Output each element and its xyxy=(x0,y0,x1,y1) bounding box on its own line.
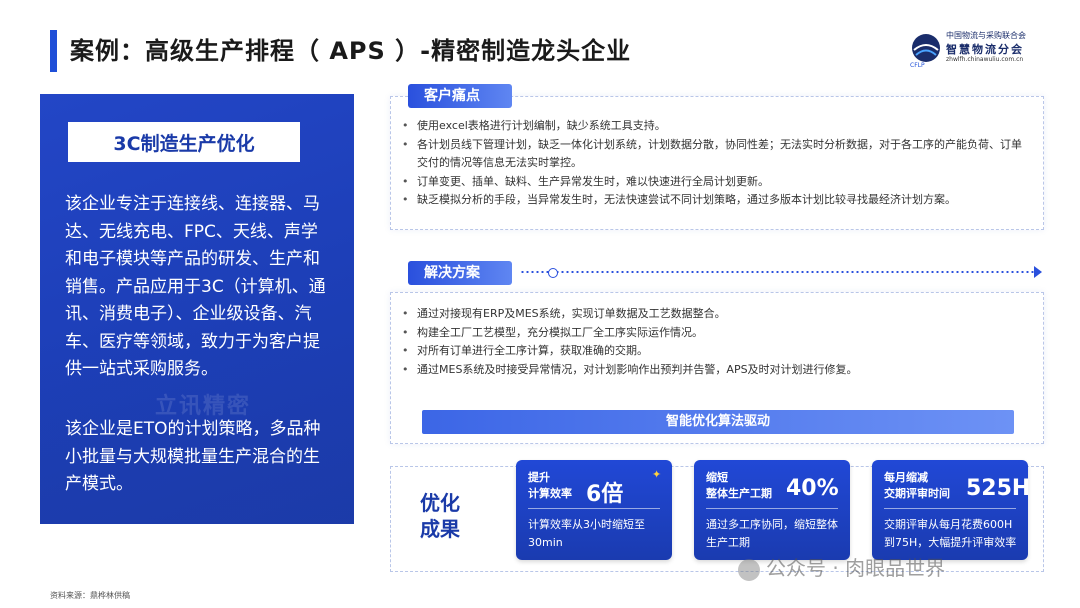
list-item: 通过对接现有ERP及MES系统，实现订单数据及工艺数据整合。 xyxy=(399,305,1029,324)
card-heading: 每月缩减 交期评审时间 xyxy=(884,470,950,502)
source-note: 资料来源：鼎桦林供稿 xyxy=(50,591,130,600)
results-label-line2: 成果 xyxy=(420,517,460,541)
wechat-watermark: 公众号 · 肉眼品世界 xyxy=(738,552,945,581)
watermark-text: 公众号 · 肉眼品世界 xyxy=(766,556,946,580)
list-item: 各计划员线下管理计划，缺乏一体化计划系统，计划数据分散，协同性差；无法实时分析数… xyxy=(399,136,1029,173)
intro-paragraph-1: 该企业专注于连接线、连接器、马达、无线充电、FPC、天线、声学和电子模块等产品的… xyxy=(65,194,326,379)
card-heading: 提升 计算效率 xyxy=(528,470,572,502)
card-heading-line2: 交期评审时间 xyxy=(884,487,950,500)
list-item: 使用excel表格进行计划编制，缺少系统工具支持。 xyxy=(399,117,1029,136)
org-logo: 中国物流与采购联合会 智慧物流分会 zhwlfh.chinawuliu.com.… xyxy=(910,28,1060,69)
results-label-line1: 优化 xyxy=(420,491,460,515)
logo-abbr: CFLP xyxy=(910,62,925,69)
logo-org-line2: 智慧物流分会 xyxy=(946,43,1024,56)
card-description: 计算效率从3小时缩短至30min xyxy=(528,518,645,549)
pain-points-tag: 客户痛点 xyxy=(408,84,512,108)
result-card-cycle-time: 缩短 整体生产工期 40% 通过多工序协同，缩短整体生产工期 xyxy=(694,460,850,560)
intro-paragraph-2: 该企业是ETO的计划策略，多品种小批量与大规模批量生产混合的生产模式。 xyxy=(65,419,321,494)
algorithm-bar: 智能优化算法驱动 xyxy=(422,410,1014,434)
card-heading-line1: 每月缩减 xyxy=(884,471,928,484)
card-divider xyxy=(884,508,1016,509)
card-divider xyxy=(706,508,838,509)
card-heading-line1: 提升 xyxy=(528,471,550,484)
result-card-review-time: 每月缩减 交期评审时间 525H 交期评审从每月花费600H到75H，大幅提升评… xyxy=(872,460,1031,560)
page-title: 案例：高级生产排程（ APS ）-精密制造龙头企业 xyxy=(70,37,632,65)
divider-circle-icon xyxy=(548,268,558,278)
results-label: 优化 成果 xyxy=(420,490,460,542)
solution-tag: 解决方案 xyxy=(408,261,512,285)
globe-logo-icon xyxy=(912,34,940,62)
list-item: 订单变更、插单、缺料、生产异常发生时，难以快速进行全局计划更新。 xyxy=(399,173,1029,192)
intro-heading: 3C制造生产优化 xyxy=(68,122,300,162)
list-item: 通过MES系统及时接受异常情况，对计划影响作出预判并告警，APS及时对计划进行修… xyxy=(399,361,1029,380)
list-item: 构建全工厂工艺模型，充分模拟工厂全工序实际运作情况。 xyxy=(399,324,1029,343)
card-heading-line1: 缩短 xyxy=(706,471,728,484)
solution-list: 通过对接现有ERP及MES系统，实现订单数据及工艺数据整合。 构建全工厂工艺模型… xyxy=(399,305,1029,379)
card-heading: 缩短 整体生产工期 xyxy=(706,470,772,502)
card-metric: 525H xyxy=(966,476,1031,501)
list-item: 缺乏模拟分析的手段，当异常发生时，无法快速尝试不同计划策略，通过多版本计划比较寻… xyxy=(399,191,1029,210)
card-heading-line2: 计算效率 xyxy=(528,487,572,500)
card-description: 交期评审从每月花费600H到75H，大幅提升评审效率 xyxy=(884,518,1017,549)
pain-points-list: 使用excel表格进行计划编制，缺少系统工具支持。 各计划员线下管理计划，缺乏一… xyxy=(399,117,1029,210)
arrow-right-icon xyxy=(1034,266,1042,278)
lightbulb-icon: ✦ xyxy=(652,468,662,481)
title-accent-bar xyxy=(50,30,57,72)
card-divider xyxy=(528,508,660,509)
logo-org-line1: 中国物流与采购联合会 xyxy=(946,31,1026,40)
company-intro-panel: 立讯精密 3C制造生产优化 该企业专注于连接线、连接器、马达、无线充电、FPC、… xyxy=(40,94,354,524)
result-card-efficiency: 提升 计算效率 6倍 ✦ 计算效率从3小时缩短至30min xyxy=(516,460,672,560)
card-description: 通过多工序协同，缩短整体生产工期 xyxy=(706,518,838,549)
card-metric: 40% xyxy=(786,476,839,501)
card-heading-line2: 整体生产工期 xyxy=(706,487,772,500)
pain-points-box: 使用excel表格进行计划编制，缺少系统工具支持。 各计划员线下管理计划，缺乏一… xyxy=(390,96,1044,230)
dotted-divider xyxy=(520,271,1040,273)
list-item: 对所有订单进行全工序计算，获取准确的交期。 xyxy=(399,342,1029,361)
wechat-icon xyxy=(738,558,760,581)
logo-org-url: zhwlfh.chinawuliu.com.cn xyxy=(946,56,1024,63)
card-metric: 6倍 xyxy=(586,482,624,507)
